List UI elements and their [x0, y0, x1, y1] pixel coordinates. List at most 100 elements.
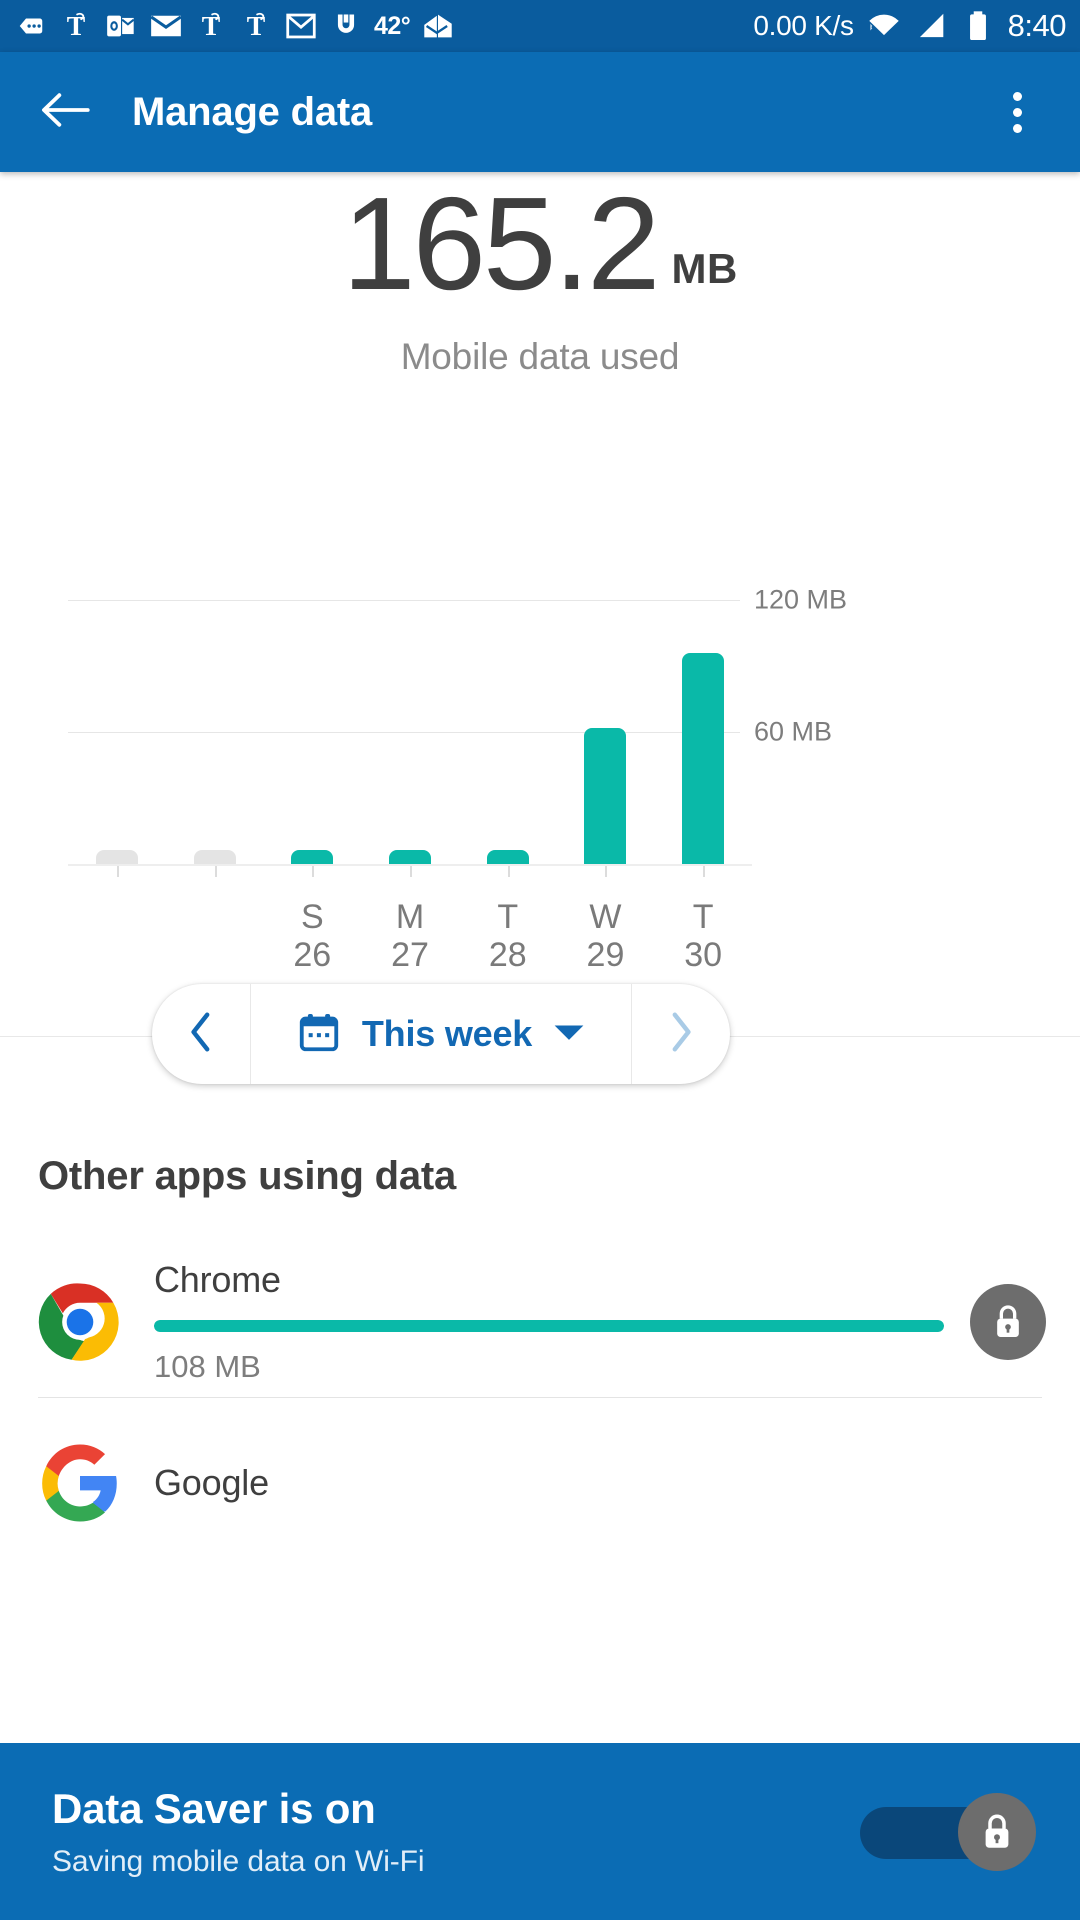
- chart-bar-slot: [654, 534, 752, 864]
- overflow-menu-icon-dot: [1012, 123, 1022, 133]
- chart-bar-slot: [459, 534, 557, 864]
- previous-week-button[interactable]: [152, 984, 250, 1084]
- chart-x-date: 28: [488, 935, 527, 974]
- chevron-left-icon: [188, 1011, 214, 1058]
- chart-bar: [486, 850, 529, 864]
- chart-x-label: T 30: [654, 898, 752, 974]
- chart-x-day: W: [589, 897, 622, 936]
- chart-x-date: 26: [293, 935, 332, 974]
- back-arrow-icon: [40, 90, 90, 135]
- google-icon: [38, 1441, 122, 1525]
- chart-x-label: M 27: [361, 898, 459, 974]
- chart-x-date: 29: [586, 935, 625, 974]
- status-bar-system-icons: 0.00 K/s 8:40: [753, 8, 1066, 44]
- other-apps-heading: Other apps using data: [38, 1154, 457, 1198]
- chart-tick: [605, 866, 608, 877]
- status-bar-notification-icons: T T T 42°: [14, 9, 753, 43]
- data-saver-title: Data Saver is on: [52, 1784, 376, 1832]
- chart-x-day: T: [692, 897, 714, 936]
- overflow-menu-button[interactable]: [988, 78, 1046, 146]
- chart-tick: [410, 866, 412, 877]
- chevron-down-icon: [552, 1021, 586, 1048]
- app-usage-bar: [154, 1320, 944, 1332]
- nytimes-icon: T: [59, 9, 93, 43]
- other-apps-list: Chrome 108 MB Google: [0, 1247, 1080, 1548]
- wifi-icon: [867, 9, 901, 43]
- chart-x-day: M: [395, 897, 425, 936]
- next-week-button[interactable]: [632, 984, 730, 1084]
- chart-bar: [584, 727, 627, 864]
- chart-x-date: 27: [391, 935, 429, 974]
- fitness-icon: [329, 9, 363, 43]
- scroll-content[interactable]: 165.2 MB Mobile data used 60 MB 120 MB S 26…: [0, 172, 1080, 1920]
- chart-x-label: S 26: [263, 898, 361, 974]
- network-speed-indicator: 0.00 K/s: [753, 10, 854, 41]
- data-usage-value: 165.2: [342, 172, 660, 317]
- chart-x-day: S: [300, 897, 324, 936]
- lock-icon[interactable]: [970, 1284, 1046, 1360]
- chart-bar: [95, 850, 138, 864]
- mail-envelope-icon: [149, 9, 183, 43]
- chart-bar: [389, 850, 432, 864]
- status-bar-clock: 8:40: [1007, 8, 1067, 43]
- chart-x-axis-labels: S 26 M 27 T 28 W 29 T 30: [68, 898, 752, 974]
- chart-x-label: [166, 898, 264, 974]
- chart-tick: [312, 866, 315, 877]
- data-usage-caption: Mobile data used: [400, 336, 680, 377]
- chart-y-axis-label: 120 MB: [754, 584, 848, 615]
- week-selector-row: This week: [0, 984, 1080, 1088]
- app-name: Google: [154, 1462, 269, 1503]
- chart-y-axis-label: 60 MB: [754, 716, 833, 747]
- weather-home-icon: [421, 9, 455, 43]
- nytimes-icon: T: [239, 9, 273, 43]
- chart-x-label: [68, 898, 166, 974]
- chart-x-day: T: [497, 897, 519, 936]
- cellular-signal-icon: [914, 9, 948, 43]
- app-info: Chrome 108 MB: [154, 1259, 944, 1385]
- app-usage-bar-fill: [154, 1320, 944, 1332]
- status-bar: T T T 42° 0.00 K/s 8:40: [0, 0, 1080, 52]
- chart-bar: [193, 850, 236, 864]
- app-data-size: 108 MB: [154, 1349, 261, 1384]
- chart-bar-slot: [557, 534, 655, 864]
- chart-x-date: 30: [684, 935, 723, 974]
- chart-bar-slot: [361, 534, 459, 864]
- list-item[interactable]: Google: [0, 1398, 1080, 1548]
- chart-bars: [68, 534, 752, 864]
- lock-icon[interactable]: [958, 1792, 1036, 1871]
- week-dropdown[interactable]: This week: [251, 984, 631, 1084]
- gmail-icon: [284, 9, 318, 43]
- app-info: Google: [154, 1462, 1020, 1504]
- messages-icon: [14, 9, 48, 43]
- chart-x-label: W 29: [557, 898, 655, 974]
- back-button[interactable]: [34, 81, 96, 143]
- data-usage-unit: MB: [671, 245, 738, 292]
- data-saver-toggle[interactable]: [860, 1792, 1036, 1871]
- chrome-icon: [38, 1280, 122, 1364]
- app-name: Chrome: [154, 1259, 281, 1300]
- overflow-menu-icon-dot: [1012, 107, 1022, 117]
- calendar-icon: [296, 1009, 342, 1060]
- chart-x-label: T 28: [459, 898, 557, 974]
- chart-tick: [703, 866, 706, 877]
- chart-bar-slot: [166, 534, 264, 864]
- data-usage-summary: 165.2 MB Mobile data used: [0, 172, 1080, 378]
- data-saver-banner: Data Saver is on Saving mobile data on W…: [0, 1743, 1080, 1920]
- week-selector: This week: [152, 984, 730, 1084]
- chart-bar: [291, 850, 334, 864]
- chart-tick: [116, 866, 119, 877]
- outlook-icon: [104, 9, 138, 43]
- page-title: Manage data: [132, 89, 373, 134]
- chart-bar-slot: [68, 534, 166, 864]
- chart-tick: [507, 866, 510, 877]
- chevron-right-icon: [668, 1011, 694, 1058]
- list-item[interactable]: Chrome 108 MB: [0, 1247, 1080, 1397]
- data-saver-subtitle: Saving mobile data on Wi-Fi: [52, 1844, 425, 1878]
- battery-full-icon: [961, 9, 995, 43]
- overflow-menu-icon: [1012, 91, 1022, 101]
- app-bar: Manage data: [0, 52, 1080, 172]
- chart-bar-slot: [263, 534, 361, 864]
- data-saver-text: Data Saver is on Saving mobile data on W…: [52, 1785, 860, 1879]
- data-usage-chart: 60 MB 120 MB S 26 M 27 T 28 W 29 T 30: [0, 446, 1080, 974]
- chart-tick: [214, 866, 217, 877]
